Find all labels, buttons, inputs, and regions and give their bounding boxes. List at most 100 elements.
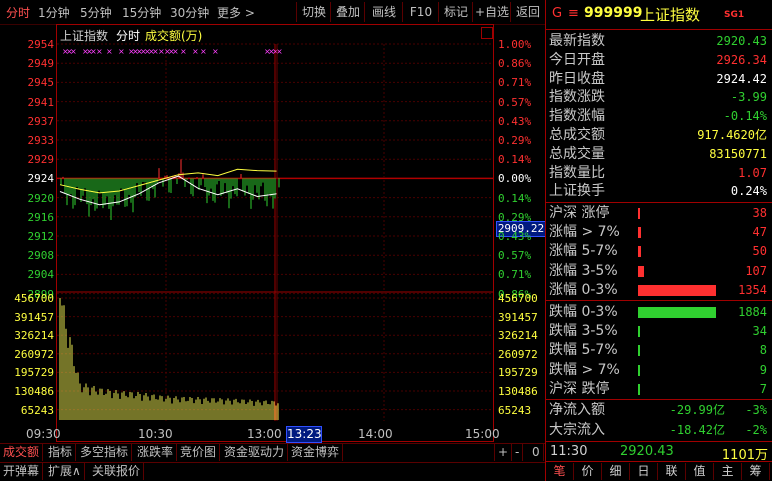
zoom-reset-button[interactable]: 0 — [529, 444, 544, 461]
percent-tick: 0.00% — [498, 172, 532, 186]
footer-tab[interactable]: 值 — [686, 463, 714, 480]
price-tick: 2924 — [27, 172, 55, 186]
auction-marker: × — [172, 47, 179, 56]
auction-marker: × — [192, 47, 199, 56]
tab-adv-decline[interactable]: 涨跌率 — [134, 444, 178, 461]
footer-tab[interactable]: 联 — [658, 463, 686, 480]
percent-tick: 0.86% — [498, 57, 532, 71]
price-tick: 2941 — [27, 95, 55, 109]
flow-value: -18.42亿 — [669, 422, 725, 437]
time-label-0930: 09:30 — [26, 427, 61, 441]
cursor-time-tag: 13:23 — [286, 426, 322, 443]
tab-indicator[interactable]: 指标 — [45, 444, 77, 461]
menu-icon[interactable]: ≡ — [568, 6, 579, 21]
breadth-bar — [638, 383, 640, 395]
tab-turnover[interactable]: 成交额 — [0, 444, 44, 461]
flow-row: 大宗流入 -18.42亿 -2% — [549, 421, 769, 440]
quote-panel: G ≡ 999999 上证指数 SG1 11:30 2920.43 1101万 … — [545, 0, 772, 481]
breadth-row: 涨幅 > 7% 47 — [549, 223, 769, 242]
quote-row: 总成交额 917.4620亿 — [549, 126, 769, 145]
price-tick: 2920 — [27, 191, 55, 205]
flow-row: 净流入额 -29.99亿 -3% — [549, 401, 769, 420]
volume-tick: 326214 — [14, 329, 54, 343]
volume-tick: 391457 — [14, 310, 54, 324]
price-tick: 2949 — [27, 57, 55, 71]
flow-value: -29.99亿 — [669, 403, 725, 417]
quote-row: 上证换手 0.24% — [549, 182, 769, 201]
percent-tick: 0.14% — [498, 153, 532, 167]
breadth-value: 47 — [752, 225, 767, 240]
quote-row: 指数涨幅 -0.14% — [549, 107, 769, 126]
breadth-label: 跌幅 3-5% — [549, 323, 618, 340]
breadth-label: 跌幅 0-3% — [549, 304, 618, 320]
breadth-row: 跌幅 5-7% 8 — [549, 341, 769, 360]
volume-tick: 65243 — [20, 403, 54, 417]
price-tick: 2916 — [27, 210, 55, 224]
breadth-row: 跌幅 3-5% 34 — [549, 322, 769, 341]
quote-value: 917.4620亿 — [697, 128, 767, 142]
tab-fund-drive[interactable]: 资金驱动力 — [221, 444, 289, 461]
volume-tick-right: 260972 — [498, 347, 538, 361]
index-code: 999999 — [584, 5, 643, 21]
volume-tick: 456700 — [14, 292, 54, 305]
breadth-value: 7 — [759, 381, 767, 396]
breadth-row: 涨幅 0-3% 1354 — [549, 281, 769, 300]
danmaku-button[interactable]: 开弹幕 — [0, 463, 44, 480]
auction-marker: × — [200, 47, 207, 56]
breadth-bar — [638, 208, 641, 219]
quote-label: 今日开盘 — [549, 51, 605, 68]
breadth-label: 沪深 跌停 — [549, 380, 610, 397]
volume-tick: 260972 — [14, 347, 54, 361]
quote-row: 总成交量 83150771 — [549, 145, 769, 164]
breadth-bar — [638, 284, 716, 296]
header-tag: SG1 — [724, 10, 745, 20]
price-tick: 2912 — [27, 230, 55, 243]
volume-tick: 130486 — [14, 385, 54, 398]
footer-tab[interactable]: 日 — [630, 463, 658, 480]
volume-tick-right: 326214 — [498, 329, 538, 343]
quote-label: 总成交额 — [549, 127, 605, 143]
percent-tick: 0.71% — [498, 76, 532, 90]
volume-tick-right: 456700 — [498, 292, 538, 305]
footer-tab[interactable]: 细 — [602, 463, 630, 480]
zoom-out-button[interactable]: - — [512, 444, 524, 461]
price-tick: 2945 — [27, 76, 55, 90]
price-tick: 2937 — [27, 114, 55, 128]
breadth-label: 跌幅 > 7% — [549, 361, 620, 378]
breadth-value: 38 — [752, 206, 767, 220]
percent-tick: 0.57% — [498, 95, 532, 109]
tab-auction[interactable]: 竞价图 — [177, 444, 221, 461]
footer-tab[interactable]: 主 — [714, 463, 742, 480]
footer-tab[interactable]: 价 — [574, 463, 602, 480]
flow-percent: -3% — [745, 403, 767, 417]
quote-row: 最新指数 2920.43 — [549, 32, 769, 51]
tick-row: 11:30 2920.43 1101万 — [546, 443, 772, 463]
breadth-value: 8 — [759, 343, 767, 358]
related-quotes-button[interactable]: 关联报价 — [89, 463, 145, 480]
quote-row: 今日开盘 2926.34 — [549, 51, 769, 70]
quote-value: 2920.43 — [716, 34, 767, 48]
price-tick: 2954 — [27, 38, 55, 51]
tab-long-short[interactable]: 多空指标 — [77, 444, 133, 461]
breadth-bar — [638, 345, 640, 357]
breadth-row: 涨幅 3-5% 107 — [549, 262, 769, 281]
expand-button[interactable]: 扩展∧ — [45, 463, 85, 480]
volume-tick-right: 195729 — [498, 366, 538, 380]
time-label-1300: 13:00 — [247, 427, 282, 441]
tick-price: 2920.43 — [620, 444, 674, 459]
tab-fund-game[interactable]: 资金博弈 — [288, 444, 344, 461]
price-tick: 2904 — [27, 268, 55, 282]
breadth-label: 涨幅 3-5% — [549, 262, 618, 279]
breadth-row: 跌幅 0-3% 1884 — [549, 303, 769, 322]
volume-tick-right: 391457 — [498, 310, 538, 324]
percent-tick: 0.43% — [498, 230, 532, 243]
auction-marker: × — [212, 47, 219, 56]
percent-tick: 0.71% — [498, 268, 532, 282]
footer-tab[interactable]: 筹 — [742, 463, 770, 480]
percent-tick: 0.57% — [498, 249, 532, 263]
quote-label: 上证换手 — [549, 183, 605, 200]
breadth-bar — [638, 246, 641, 258]
zoom-in-button[interactable]: + — [494, 444, 513, 461]
quote-label: 指数涨跌 — [549, 89, 605, 106]
footer-tab[interactable]: 笔 — [546, 463, 574, 480]
